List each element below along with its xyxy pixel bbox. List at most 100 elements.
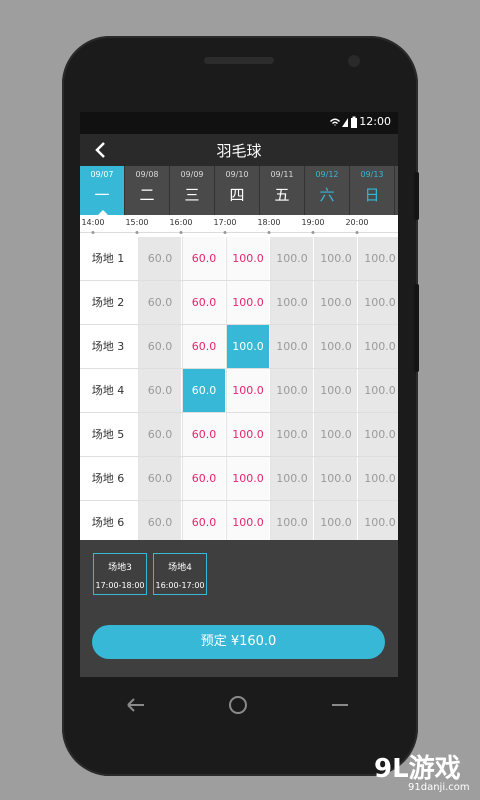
time-tick-label: 18:00 xyxy=(257,218,281,227)
date-tab-date: 09/12 xyxy=(315,170,339,179)
time-slot-cell[interactable]: 60.0 xyxy=(182,413,225,456)
time-slot-cell[interactable]: 60.0 xyxy=(138,237,181,280)
time-slot-cell[interactable]: 100.0 xyxy=(226,413,269,456)
time-slot-cell[interactable]: 60.0 xyxy=(182,237,225,280)
time-slot-cell[interactable]: 60.0 xyxy=(182,501,225,540)
time-tick-mark xyxy=(355,231,359,234)
court-name: 场地 3 xyxy=(80,325,136,368)
time-slot-cell[interactable]: 100.0 xyxy=(270,413,313,456)
court-row: 场地 5 60.0 60.0 100.0 100.0 100.0 100.0 xyxy=(80,413,398,457)
time-slot-cell[interactable]: 100.0 xyxy=(358,325,398,368)
time-slot-cell[interactable]: 60.0 xyxy=(138,457,181,500)
volume-button xyxy=(414,172,419,220)
time-slot-cell[interactable]: 100.0 xyxy=(270,237,313,280)
time-slot-cell[interactable]: 100.0 xyxy=(358,501,398,540)
time-slot-cell[interactable]: 100.0 xyxy=(358,457,398,500)
time-slot-cell[interactable]: 100.0 xyxy=(270,457,313,500)
date-tab[interactable]: 09/08 二 xyxy=(125,166,170,215)
court-row: 场地 3 60.0 60.0 100.0 100.0 100.0 100.0 xyxy=(80,325,398,369)
time-slot-cell[interactable]: 100.0 xyxy=(314,325,357,368)
date-tab[interactable]: 09/12 六 xyxy=(305,166,350,215)
time-slot-cell[interactable]: 100.0 xyxy=(270,369,313,412)
time-tick-mark xyxy=(267,231,271,234)
time-tick-label: 17:00 xyxy=(213,218,237,227)
time-slot-cell[interactable]: 100.0 xyxy=(358,413,398,456)
time-slot-cell[interactable]: 60.0 xyxy=(138,369,181,412)
time-tick-label: 15:00 xyxy=(125,218,149,227)
nav-home-icon[interactable] xyxy=(227,694,249,716)
time-slot-cell[interactable]: 60.0 xyxy=(138,501,181,540)
court-row: 场地 6 60.0 60.0 100.0 100.0 100.0 100.0 xyxy=(80,457,398,501)
time-slot-cell[interactable]: 100.0 xyxy=(270,501,313,540)
court-row: 场地 4 60.0 60.0 100.0 100.0 100.0 100.0 xyxy=(80,369,398,413)
selected-slot-court: 场地3 xyxy=(108,563,132,573)
time-tick-mark xyxy=(135,231,139,234)
time-tick-label: 16:00 xyxy=(169,218,193,227)
status-clock: 12:00 xyxy=(359,115,391,128)
date-tab[interactable]: 09/13 日 xyxy=(350,166,395,215)
date-tab[interactable]: 09/11 五 xyxy=(260,166,305,215)
time-slot-cell[interactable]: 100.0 xyxy=(226,281,269,324)
time-slot-cell[interactable]: 100.0 xyxy=(358,369,398,412)
time-slot-cell[interactable]: 100.0 xyxy=(314,413,357,456)
time-slot-cell[interactable]: 100.0 xyxy=(270,325,313,368)
time-tick-label: 20:00 xyxy=(345,218,369,227)
selected-slot-chip[interactable]: 场地4 16:00-17:00 xyxy=(153,553,207,595)
court-row: 场地 6 60.0 60.0 100.0 100.0 100.0 100.0 xyxy=(80,501,398,540)
time-slot-cell[interactable]: 60.0 xyxy=(138,325,181,368)
time-slot-cell[interactable]: 100.0 xyxy=(270,281,313,324)
date-tab[interactable]: 09/07 一 xyxy=(80,166,125,216)
front-camera xyxy=(348,55,360,67)
nav-back-icon[interactable] xyxy=(125,694,147,716)
selected-slots-panel: 场地3 17:00-18:00 场地4 16:00-17:00 预定 ¥160.… xyxy=(80,540,398,677)
time-slot-cell[interactable]: 100.0 xyxy=(226,457,269,500)
time-slot-cell[interactable]: 100.0 xyxy=(226,237,269,280)
date-selector: 09/07 一 09/08 二 09/09 三 09/10 四 09/11 五 09/12 六 09/1… xyxy=(80,166,398,216)
court-row: 场地 1 60.0 60.0 100.0 100.0 100.0 100.0 xyxy=(80,237,398,281)
time-slot-cell[interactable]: 60.0 xyxy=(182,281,225,324)
court-name: 场地 2 xyxy=(80,281,136,324)
date-tab-date: 09/09 xyxy=(180,170,204,179)
time-slot-cell[interactable]: 100.0 xyxy=(314,281,357,324)
time-slot-cell[interactable]: 60.0 xyxy=(182,457,225,500)
time-slot-cell[interactable]: 60.0 xyxy=(138,281,181,324)
court-row: 场地 2 60.0 60.0 100.0 100.0 100.0 100.0 xyxy=(80,281,398,325)
time-slot-cell[interactable]: 100.0 xyxy=(314,237,357,280)
app-screen: 12:00 羽毛球 09/07 一 09/08 二 09/09 三 09/10 四 09/11 五… xyxy=(80,112,398,677)
court-schedule-grid: 场地 1 60.0 60.0 100.0 100.0 100.0 100.0 场地 2 60.0… xyxy=(80,237,398,540)
date-tab-date: 09/10 xyxy=(225,170,249,179)
time-slot-cell[interactable]: 100.0 xyxy=(226,501,269,540)
time-slot-cell[interactable]: 100.0 xyxy=(226,369,269,412)
date-tab[interactable]: 09/09 三 xyxy=(170,166,215,215)
court-name: 场地 1 xyxy=(80,237,136,280)
time-slot-cell[interactable]: 100.0 xyxy=(314,501,357,540)
time-slot-cell[interactable]: 60.0 xyxy=(182,369,225,412)
date-tab-weekday: 一 xyxy=(94,186,110,204)
date-tab[interactable]: 09/10 四 xyxy=(215,166,260,215)
time-slot-cell[interactable]: 100.0 xyxy=(314,369,357,412)
time-slot-cell[interactable]: 100.0 xyxy=(358,237,398,280)
time-tick-mark xyxy=(179,231,183,234)
time-tick-mark xyxy=(91,231,95,234)
date-tab-date: 09/13 xyxy=(360,170,384,179)
time-axis: 14:0015:0016:0017:0018:0019:0020:002 xyxy=(80,215,398,237)
time-slot-cell[interactable]: 100.0 xyxy=(314,457,357,500)
time-slot-cell[interactable]: 100.0 xyxy=(226,325,269,368)
time-axis-line xyxy=(80,232,398,233)
nav-menu-icon[interactable] xyxy=(329,694,351,716)
time-slot-cell[interactable]: 100.0 xyxy=(358,281,398,324)
time-tick-mark xyxy=(311,231,315,234)
selected-slot-chip[interactable]: 场地3 17:00-18:00 xyxy=(93,553,147,595)
time-slot-cell[interactable]: 60.0 xyxy=(138,413,181,456)
earpiece-speaker xyxy=(204,57,274,64)
watermark-logo: 9L游戏 xyxy=(374,754,461,784)
court-name: 场地 6 xyxy=(80,457,136,500)
date-tab-weekday: 四 xyxy=(229,186,245,204)
signal-wifi-battery-icons xyxy=(330,116,357,128)
book-button[interactable]: 预定 ¥160.0 xyxy=(92,625,385,659)
watermark-site: 91danji.com xyxy=(408,782,470,793)
time-slot-cell[interactable]: 60.0 xyxy=(182,325,225,368)
time-tick-label: 14:00 xyxy=(81,218,105,227)
date-tab-weekday: 六 xyxy=(319,186,335,204)
selected-slot-court: 场地4 xyxy=(168,563,192,573)
